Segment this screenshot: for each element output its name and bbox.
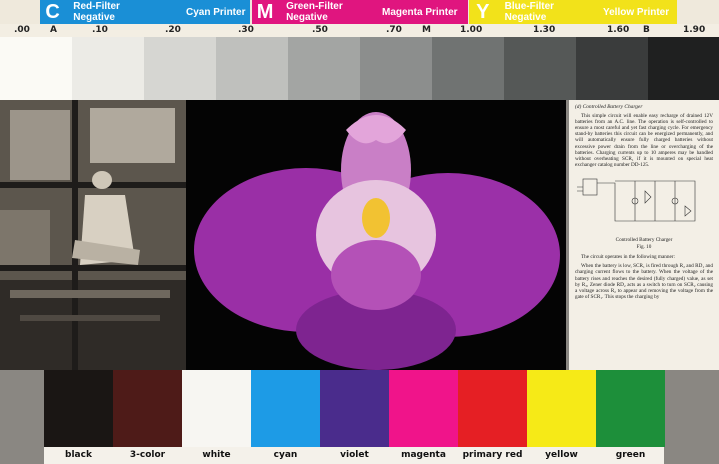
magenta-negative-segment: M Green-Filter Negative [252, 0, 374, 24]
circuit-diagram [577, 178, 696, 222]
patch-label: black [65, 450, 92, 460]
green-patch [596, 370, 665, 447]
paragraph: When the battery is low, SCR₁ is fired t… [575, 263, 713, 300]
density-label: A [50, 25, 57, 35]
cyan-printer-segment: Cyan Printer [150, 0, 250, 24]
patch-label: violet [340, 450, 369, 460]
patch-label: cyan [273, 450, 298, 460]
patch-label: 3-color [129, 450, 166, 460]
filter-strip: C Red-Filter Negative Cyan Printer M Gre… [0, 0, 719, 24]
density-step [504, 37, 576, 100]
density-label: .50 [312, 25, 328, 35]
density-label: B [643, 25, 650, 35]
density-step [432, 37, 504, 100]
color-patches: black 3-color white cyan violet magenta … [44, 370, 665, 464]
density-step-wedge [0, 37, 719, 100]
paragraph: The circuit operates in the following ma… [581, 254, 675, 261]
density-label: .70 [386, 25, 402, 35]
three-color-patch [113, 370, 182, 447]
yellow-patch [527, 370, 596, 447]
white-patch [182, 370, 251, 447]
paragraph: This simple circuit will enable easy rec… [575, 113, 713, 168]
yellow-negative-segment: Y Blue-Filter Negative [469, 0, 591, 24]
density-step [576, 37, 648, 100]
density-label: M [422, 25, 431, 35]
cyan-printer-label: Cyan Printer [186, 6, 246, 18]
density-step [288, 37, 360, 100]
yellow-printer-segment: Yellow Printer [591, 0, 677, 24]
density-label: .00 [14, 25, 30, 35]
density-label: .20 [165, 25, 181, 35]
patch-label: magenta [401, 450, 446, 460]
density-label: .30 [238, 25, 254, 35]
density-step [144, 37, 216, 100]
cyan-patch [251, 370, 320, 447]
patch-label: white [202, 450, 231, 460]
yellow-letter: Y [476, 0, 490, 23]
magenta-letter: M [256, 0, 274, 23]
density-label: 1.90 [683, 25, 706, 35]
density-step [216, 37, 288, 100]
density-step [0, 37, 72, 100]
magenta-printer-segment: Magenta Printer [374, 0, 468, 24]
density-step [648, 37, 719, 100]
orchid-photo-art [186, 100, 566, 370]
workshop-photo [0, 100, 186, 370]
density-label: 1.30 [533, 25, 556, 35]
section-caption: (d) Controlled Battery Charger [575, 104, 643, 110]
document-page: (d) Controlled Battery Charger This simp… [569, 100, 719, 370]
patch-label: primary red [462, 450, 523, 460]
density-label: 1.60 [607, 25, 630, 35]
density-step [360, 37, 432, 100]
magenta-printer-label: Magenta Printer [382, 6, 458, 18]
primary-red-patch [458, 370, 527, 447]
magenta-patch [389, 370, 458, 447]
yellow-printer-label: Yellow Printer [603, 6, 670, 18]
density-scale-labels: .00 A .10 .20 .30 .50 .70 M 1.00 1.30 1.… [0, 24, 719, 37]
black-patch [44, 370, 113, 447]
figure-caption: Controlled Battery Charger [615, 237, 673, 244]
violet-patch [320, 370, 389, 447]
red-filter-negative-label: Red-Filter Negative [73, 1, 120, 23]
density-label: .10 [92, 25, 108, 35]
workshop-photo-art [0, 100, 186, 370]
cyan-negative-segment: C Red-Filter Negative [40, 0, 150, 24]
density-step [72, 37, 144, 100]
blue-filter-negative-label: Blue-Filter Negative [504, 1, 555, 23]
density-label: 1.00 [460, 25, 483, 35]
cyan-letter: C [45, 0, 60, 23]
patch-label: green [615, 450, 646, 460]
orchid-photo [186, 100, 566, 370]
figure-number: Fig. 10 [636, 244, 652, 251]
green-filter-negative-label: Green-Filter Negative [286, 1, 343, 23]
patch-label: yellow [545, 450, 578, 460]
